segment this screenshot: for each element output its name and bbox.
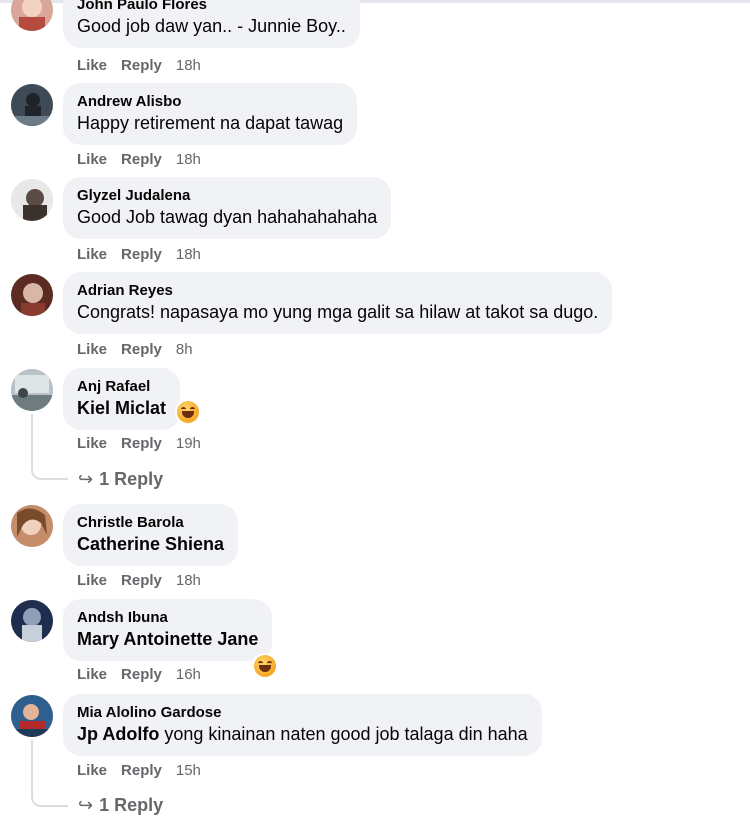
like-button[interactable]: Like bbox=[77, 57, 107, 74]
comment-text: Congrats! napasaya mo yung mga galit sa … bbox=[77, 302, 599, 322]
comment-author[interactable]: John Paulo Flores bbox=[77, 0, 346, 14]
comment-bubble: Anj Rafael Kiel Miclat bbox=[63, 368, 181, 430]
tagged-user[interactable]: Catherine Shiena bbox=[77, 532, 224, 556]
replies-count: 1 Reply bbox=[99, 469, 164, 489]
comment-actions: Like Reply 16h bbox=[77, 666, 201, 684]
laughing-emoji-icon[interactable] bbox=[177, 401, 199, 423]
comment-bubble: Christle Barola Catherine Shiena bbox=[63, 504, 239, 566]
comment-timestamp[interactable]: 8h bbox=[176, 341, 193, 358]
reply-button[interactable]: Reply bbox=[121, 435, 162, 452]
comment-author[interactable]: Glyzel Judalena bbox=[77, 186, 377, 205]
reply-button[interactable]: Reply bbox=[121, 341, 162, 358]
comment-timestamp[interactable]: 15h bbox=[176, 762, 201, 779]
comment-actions: Like Reply 8h bbox=[77, 341, 193, 359]
tagged-user[interactable]: Kiel Miclat bbox=[77, 396, 166, 420]
comment-author[interactable]: Christle Barola bbox=[77, 513, 224, 532]
comment-author[interactable]: Adrian Reyes bbox=[77, 281, 598, 300]
comment-actions: Like Reply 15h bbox=[77, 762, 201, 780]
avatar[interactable] bbox=[11, 179, 53, 221]
comment-bubble: Andrew Alisbo Happy retirement na dapat … bbox=[63, 83, 358, 145]
comment-timestamp[interactable]: 18h bbox=[176, 246, 201, 263]
comment-bubble: Andsh Ibuna Mary Antoinette Jane bbox=[63, 599, 273, 661]
tagged-user[interactable]: Mary Antoinette Jane bbox=[77, 627, 258, 651]
tagged-user[interactable]: Jp Adolfo bbox=[77, 724, 159, 744]
comment-actions: Like Reply 19h bbox=[77, 435, 201, 453]
reply-button[interactable]: Reply bbox=[121, 57, 162, 74]
comment-bubble: Glyzel Judalena Good Job tawag dyan haha… bbox=[63, 177, 392, 239]
comment-actions: Like Reply 18h bbox=[77, 246, 201, 264]
like-button[interactable]: Like bbox=[77, 572, 107, 589]
comment-author[interactable]: Anj Rafael bbox=[77, 377, 166, 396]
like-button[interactable]: Like bbox=[77, 151, 107, 168]
comment-text: Happy retirement na dapat tawag bbox=[77, 113, 344, 133]
comment-text: Good job daw yan.. - Junnie Boy.. bbox=[77, 16, 346, 36]
avatar[interactable] bbox=[11, 274, 53, 316]
like-button[interactable]: Like bbox=[77, 341, 107, 358]
comment-actions: Like Reply 18h bbox=[77, 57, 201, 75]
like-button[interactable]: Like bbox=[77, 762, 107, 779]
replies-count: 1 Reply bbox=[99, 795, 164, 815]
comment-author[interactable]: Mia Alolino Gardose bbox=[77, 703, 528, 722]
thread-connector bbox=[31, 414, 68, 480]
comment-author[interactable]: Andsh Ibuna bbox=[77, 608, 258, 627]
comment-actions: Like Reply 18h bbox=[77, 151, 201, 169]
comment-text: yong kinainan naten good job talaga din … bbox=[164, 724, 528, 744]
comment-bubble: Adrian Reyes Congrats! napasaya mo yung … bbox=[63, 272, 613, 334]
comment-bubble: John Paulo Flores Good job daw yan.. - J… bbox=[63, 0, 360, 48]
comment-actions: Like Reply 18h bbox=[77, 572, 201, 590]
comment-timestamp[interactable]: 16h bbox=[176, 666, 201, 683]
avatar[interactable] bbox=[11, 0, 53, 31]
comment-bubble: Mia Alolino Gardose Jp Adolfo yong kinai… bbox=[63, 694, 542, 756]
reply-button[interactable]: Reply bbox=[121, 151, 162, 168]
avatar[interactable] bbox=[11, 84, 53, 126]
avatar[interactable] bbox=[11, 600, 53, 642]
comment-timestamp[interactable]: 18h bbox=[176, 572, 201, 589]
reply-button[interactable]: Reply bbox=[121, 572, 162, 589]
reply-button[interactable]: Reply bbox=[121, 762, 162, 779]
comment-author[interactable]: Andrew Alisbo bbox=[77, 92, 343, 111]
avatar[interactable] bbox=[11, 369, 53, 411]
reply-arrow-icon: ↪ bbox=[78, 795, 94, 815]
avatar[interactable] bbox=[11, 505, 53, 547]
laughing-emoji-icon[interactable] bbox=[254, 655, 276, 677]
comment-text: Good Job tawag dyan hahahahahaha bbox=[77, 207, 378, 227]
like-button[interactable]: Like bbox=[77, 435, 107, 452]
reply-button[interactable]: Reply bbox=[121, 666, 162, 683]
view-replies-button[interactable]: ↪ 1 Reply bbox=[78, 794, 163, 816]
like-button[interactable]: Like bbox=[77, 246, 107, 263]
comment-timestamp[interactable]: 19h bbox=[176, 435, 201, 452]
comment-timestamp[interactable]: 18h bbox=[176, 151, 201, 168]
avatar[interactable] bbox=[11, 695, 53, 737]
view-replies-button[interactable]: ↪ 1 Reply bbox=[78, 468, 163, 490]
comment-timestamp[interactable]: 18h bbox=[176, 57, 201, 74]
thread-connector bbox=[31, 740, 68, 807]
like-button[interactable]: Like bbox=[77, 666, 107, 683]
reply-button[interactable]: Reply bbox=[121, 246, 162, 263]
reply-arrow-icon: ↪ bbox=[78, 469, 94, 489]
